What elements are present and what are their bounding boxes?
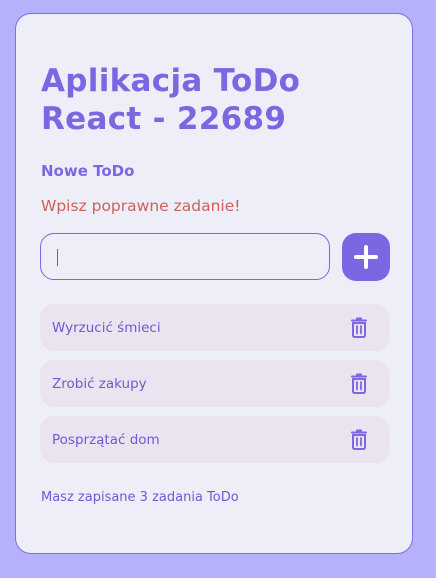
todo-text: Wyrzucić śmieci [52, 319, 161, 336]
trash-icon[interactable] [348, 317, 370, 339]
new-todo-label: Nowe ToDo [41, 162, 135, 180]
todo-text: Zrobić zakupy [52, 375, 147, 392]
todo-input[interactable] [41, 234, 329, 279]
text-caret [57, 249, 58, 266]
todo-input-wrapper [40, 233, 330, 280]
error-message: Wpisz poprawne zadanie! [41, 197, 241, 215]
todo-card: Aplikacja ToDo React - 22689 Nowe ToDo W… [15, 13, 413, 554]
todo-count-footer: Masz zapisane 3 zadania ToDo [41, 490, 239, 505]
todo-item[interactable]: Posprzątać dom [40, 416, 390, 463]
add-todo-button[interactable] [342, 233, 390, 281]
todo-item[interactable]: Zrobić zakupy [40, 360, 390, 407]
trash-icon[interactable] [348, 373, 370, 395]
trash-icon[interactable] [348, 429, 370, 451]
page-title: Aplikacja ToDo React - 22689 [41, 63, 301, 137]
plus-icon [354, 245, 378, 269]
todo-item[interactable]: Wyrzucić śmieci [40, 304, 390, 351]
todo-text: Posprzątać dom [52, 431, 160, 448]
todo-list: Wyrzucić śmieci Zrobić zakupy Posprzątać… [40, 304, 390, 472]
